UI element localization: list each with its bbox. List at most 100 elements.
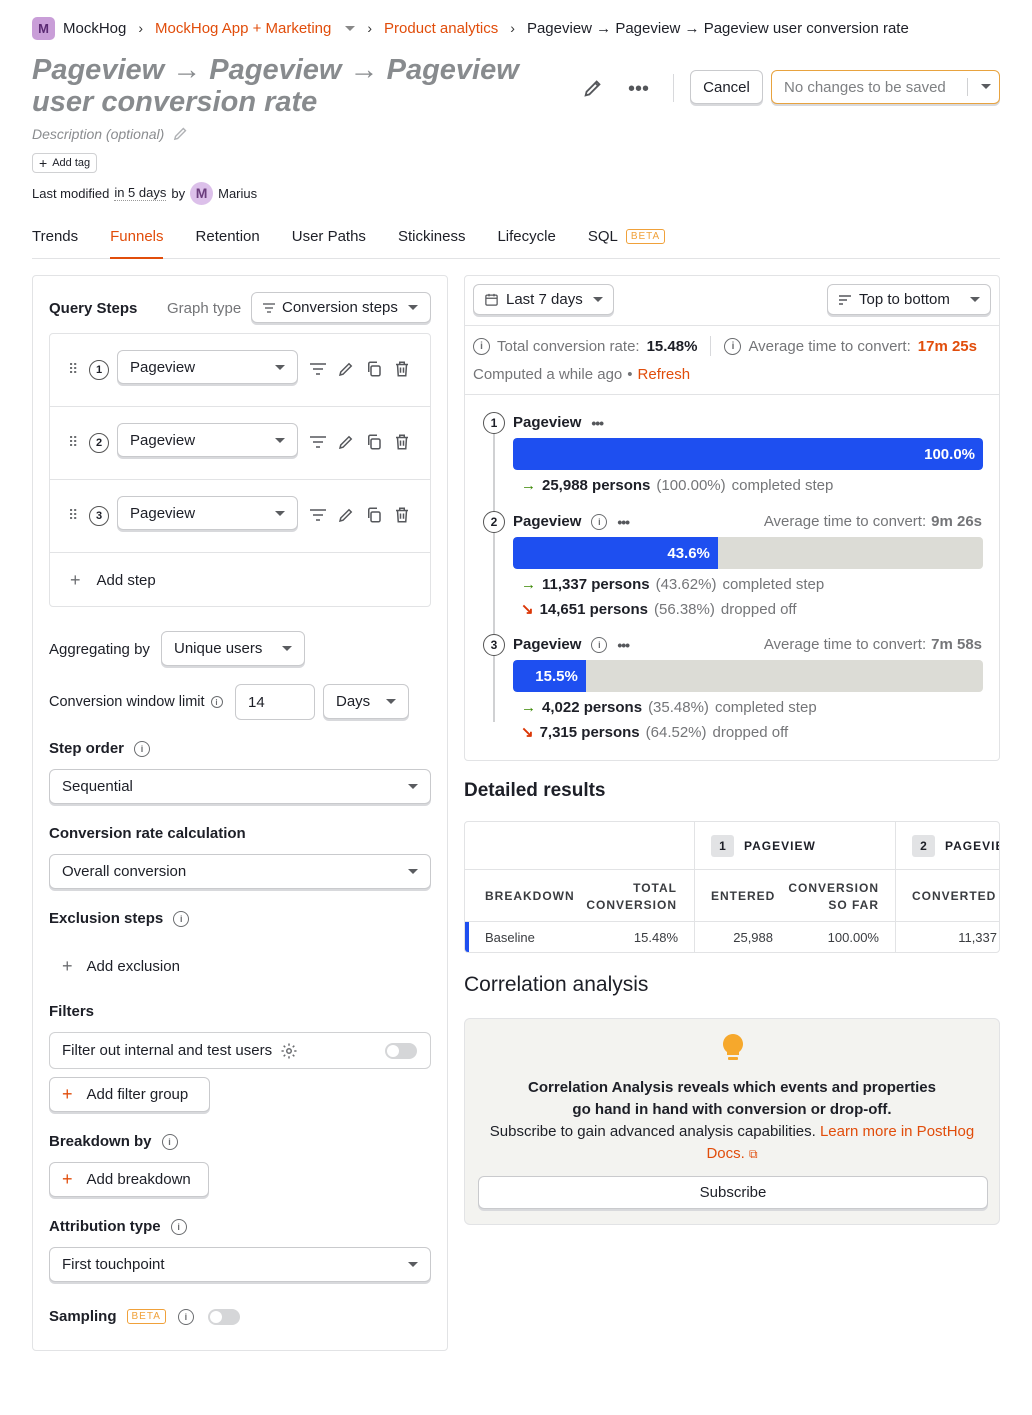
pencil-icon[interactable] [172, 125, 189, 142]
col-entered[interactable]: ENTERED [711, 889, 775, 903]
filter-icon[interactable] [309, 361, 327, 377]
docs-link[interactable]: Learn more in PostHog [820, 1123, 974, 1140]
breadcrumb-project[interactable]: MockHog App + Marketing [155, 20, 331, 37]
window-unit-select[interactable]: Days [323, 684, 409, 719]
external-link-icon[interactable]: ⧉ [749, 1147, 758, 1161]
tab-funnels[interactable]: Funnels [110, 224, 163, 248]
drag-handle-icon[interactable]: ⠿ [68, 361, 78, 378]
copy-icon[interactable] [365, 433, 383, 451]
subscribe-button[interactable]: Subscribe [478, 1176, 988, 1209]
funnel-step-header: Pageview i ••• [513, 513, 630, 530]
info-icon[interactable]: i [134, 740, 151, 757]
drag-handle-icon[interactable]: ⠿ [68, 434, 78, 451]
table-row-converted: 11,337 [958, 930, 997, 945]
tab-label: Trends [32, 227, 79, 245]
date-range-value: Last 7 days [506, 291, 583, 308]
filter-icon[interactable] [309, 434, 327, 450]
col-total[interactable]: TOTAL CONVERSION [581, 880, 677, 914]
completed-row[interactable]: → 25,988 persons (100.00%) completed ste… [521, 477, 833, 494]
pencil-icon[interactable] [337, 433, 355, 451]
step-order-select[interactable]: Sequential [49, 769, 431, 804]
add-breakdown-button[interactable]: + Add breakdown [49, 1162, 209, 1197]
funnel-bar-track[interactable]: 15.5% [513, 660, 983, 692]
info-icon[interactable]: i [177, 1308, 194, 1325]
chevron-down-icon[interactable] [981, 84, 991, 89]
gear-icon[interactable] [280, 1042, 298, 1060]
completed-pct: (35.48%) [648, 699, 709, 716]
save-button[interactable]: No changes to be saved [771, 70, 1000, 104]
more-icon[interactable]: ••• [591, 415, 604, 431]
date-range-select[interactable]: Last 7 days [473, 284, 614, 315]
funnel-bar-track[interactable]: 100.0% [513, 438, 983, 470]
tab-sql[interactable]: SQL BETA [588, 224, 666, 248]
breadcrumb-section[interactable]: Product analytics [384, 20, 498, 37]
event-select[interactable]: Pageview [117, 423, 298, 457]
insight-title[interactable]: Pageview → Pageview → Pageview user conv… [32, 54, 552, 118]
funnel-step-header: Pageview i ••• [513, 636, 630, 653]
window-value-input[interactable]: 14 [235, 684, 315, 720]
info-icon[interactable]: i [170, 1218, 187, 1235]
funnel-bar-track[interactable]: 43.6% [513, 537, 983, 569]
description-field[interactable]: Description (optional) [32, 125, 189, 142]
conv-calc-select[interactable]: Overall conversion [49, 854, 431, 889]
more-icon[interactable]: ••• [617, 637, 630, 653]
sampling-toggle[interactable] [207, 1308, 240, 1325]
graph-type-select[interactable]: Conversion steps [251, 292, 431, 323]
step-number: 1 [711, 835, 734, 857]
exclusion-heading: Exclusion steps i [49, 910, 190, 927]
avg-time-step-label: Average time to convert: [763, 636, 927, 653]
pencil-icon[interactable] [337, 360, 355, 378]
info-icon[interactable]: i [724, 337, 742, 355]
arrow-right-icon: → [521, 477, 536, 494]
add-step-button[interactable]: + Add step [70, 570, 156, 591]
docs-link[interactable]: Docs. [706, 1145, 744, 1162]
add-tag-button[interactable]: + Add tag [32, 153, 98, 173]
plus-icon: + [62, 1169, 73, 1189]
col-conversion-so-far[interactable]: CONVERSION SO FAR [783, 880, 879, 914]
more-icon[interactable]: ••• [617, 514, 630, 530]
attribution-select[interactable]: First touchpoint [49, 1247, 431, 1282]
trash-icon[interactable] [393, 433, 411, 451]
info-icon[interactable]: i [161, 1133, 178, 1150]
tab-retention[interactable]: Retention [196, 224, 260, 248]
dropped-row[interactable]: ↘ 7,315 persons (64.52%) dropped off [521, 723, 788, 742]
event-select[interactable]: Pageview [117, 350, 298, 384]
dropped-row[interactable]: ↘ 14,651 persons (56.38%) dropped off [521, 600, 796, 619]
completed-row[interactable]: → 11,337 persons (43.62%) completed step [521, 576, 824, 593]
filter-internal-toggle[interactable] [385, 1043, 417, 1059]
tab-stickiness[interactable]: Stickiness [398, 224, 466, 248]
more-icon[interactable]: ••• [628, 78, 649, 101]
add-exclusion-button[interactable]: + Add exclusion [62, 956, 180, 977]
info-icon[interactable]: i [473, 337, 490, 355]
trash-icon[interactable] [393, 360, 411, 378]
drag-handle-icon[interactable]: ⠿ [68, 507, 78, 524]
graph-type-label: Graph type [167, 300, 242, 317]
info-icon[interactable]: i [210, 696, 223, 708]
add-filter-group-button[interactable]: + Add filter group [49, 1077, 210, 1112]
cancel-button[interactable]: Cancel [690, 70, 763, 104]
copy-icon[interactable] [365, 506, 383, 524]
col-breakdown[interactable]: BREAKDOWN [485, 889, 575, 903]
refresh-link[interactable]: Refresh [638, 366, 691, 383]
tab-lifecycle[interactable]: Lifecycle [497, 224, 555, 248]
event-select[interactable]: Pageview [117, 496, 298, 530]
chevron-down-icon[interactable] [345, 25, 356, 31]
tab-trends[interactable]: Trends [32, 224, 78, 248]
pencil-icon[interactable] [582, 77, 604, 99]
info-icon[interactable]: i [591, 513, 608, 530]
filter-icon[interactable] [309, 507, 327, 523]
pencil-icon[interactable] [337, 506, 355, 524]
trash-icon[interactable] [393, 506, 411, 524]
layout-select[interactable]: Top to bottom [827, 284, 991, 315]
detailed-results-title: Detailed results [464, 780, 606, 801]
aggregating-select[interactable]: Unique users [161, 631, 305, 666]
chevron-down-icon [970, 297, 980, 302]
tab-user-paths[interactable]: User Paths [292, 224, 366, 248]
copy-icon[interactable] [365, 360, 383, 378]
col-converted[interactable]: CONVERTED [912, 889, 996, 903]
event-name: Pageview [130, 358, 196, 376]
completed-row[interactable]: → 4,022 persons (35.48%) completed step [521, 699, 817, 716]
info-icon[interactable]: i [591, 636, 608, 653]
info-icon[interactable]: i [173, 910, 190, 927]
breadcrumb-org[interactable]: MockHog [63, 20, 126, 37]
